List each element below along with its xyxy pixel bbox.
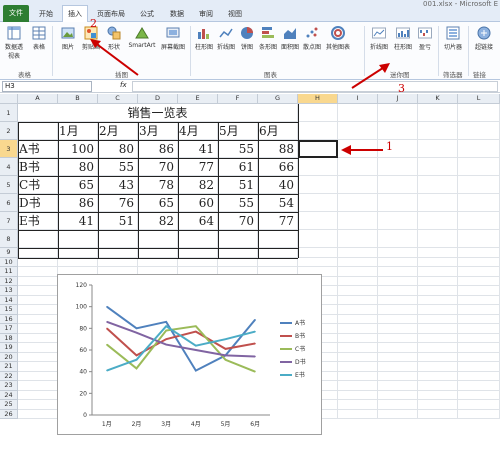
arrow-3-icon bbox=[351, 65, 387, 89]
arrow-1-head-icon bbox=[341, 145, 351, 155]
arrow-3-head-icon bbox=[379, 63, 390, 73]
annotation-label-2: 2 bbox=[90, 17, 97, 30]
annotation-label-3: 3 bbox=[398, 82, 405, 95]
annotation-overlay bbox=[90, 39, 390, 155]
annotation-label-1: 1 bbox=[386, 140, 393, 153]
arrow-2-icon bbox=[93, 41, 139, 76]
table-title: 销售一览表 bbox=[18, 104, 298, 122]
